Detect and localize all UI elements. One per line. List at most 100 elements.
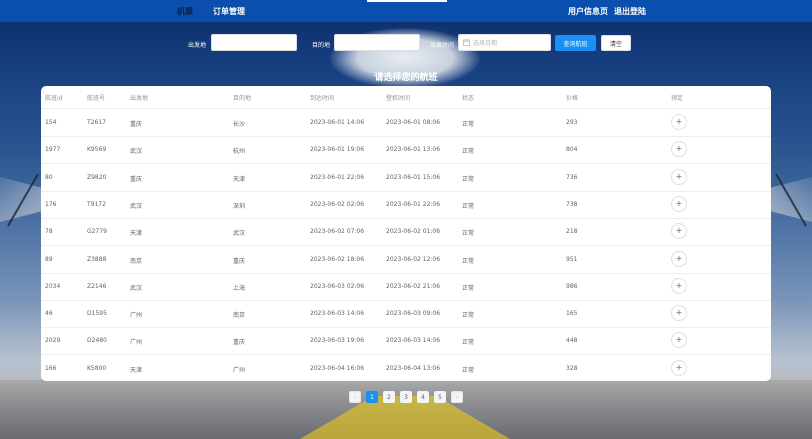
cell-status: 正常	[462, 366, 475, 374]
cell-board: 2023-06-01 13:06	[386, 146, 441, 154]
cell-to: 南京	[233, 312, 246, 320]
plus-icon: +	[675, 117, 683, 126]
date-picker-input[interactable]: 选择日期	[458, 34, 551, 51]
cell-from: 天津	[130, 230, 143, 238]
cell-flight-no: T2617	[87, 119, 106, 126]
table-row: 78 G2779 天津 武汉 2023-06-02 07:06 2023-06-02 01…	[41, 218, 771, 247]
cell-price: 736	[566, 173, 578, 181]
table-row: 2034 Z2146 武汉 上海 2023-06-03 02:06 2023-06-02 …	[41, 273, 771, 301]
cell-id: 2034	[45, 282, 61, 290]
table-row: 2029 D2480 广州 重庆 2023-06-03 19:06 2023-06-03 …	[41, 327, 771, 356]
column-header-board: 登机时间	[386, 95, 411, 102]
to-input[interactable]	[334, 34, 420, 51]
cell-id: 46	[45, 310, 53, 318]
book-flight-button[interactable]: +	[671, 168, 687, 185]
cell-from: 广州	[130, 339, 143, 347]
cell-arrive: 2023-06-03 14:06	[310, 310, 365, 318]
table-row: 154 T2617 重庆 长沙 2023-06-01 14:06 2023-06-01 0…	[41, 109, 771, 137]
cell-status: 正常	[462, 202, 475, 210]
date-label: 出发时间	[430, 42, 455, 49]
cell-price: 448	[566, 337, 578, 345]
cell-id: 166	[45, 364, 57, 372]
cell-status: 正常	[462, 121, 475, 128]
cell-to: 上海	[233, 284, 246, 292]
cell-status: 正常	[462, 339, 475, 347]
cell-id: 80	[45, 173, 53, 181]
cell-status: 正常	[462, 175, 475, 183]
cell-status: 正常	[462, 148, 475, 156]
plus-icon: +	[675, 253, 683, 263]
cell-price: 804	[566, 146, 578, 154]
cell-board: 2023-06-02 01:06	[386, 228, 441, 236]
table-row: 166 K5800 天津 广州 2023-06-04 16:06 2023-06-04 1…	[41, 355, 771, 381]
book-flight-button[interactable]: +	[671, 114, 687, 130]
cell-flight-no: Z9820	[87, 173, 107, 181]
book-flight-button[interactable]: +	[671, 141, 687, 158]
cell-board: 2023-06-01 08:06	[386, 119, 441, 126]
cell-id: 89	[45, 255, 53, 263]
cell-board: 2023-06-02 21:06	[386, 282, 441, 290]
cell-arrive: 2023-06-02 02:06	[310, 200, 365, 208]
page-title: 请选择您的航班	[374, 73, 438, 83]
nav-orders-link[interactable]: 订单管理	[213, 6, 245, 17]
cell-price: 951	[566, 255, 578, 263]
cell-board: 2023-06-01 22:06	[386, 200, 441, 208]
clear-button[interactable]: 清空	[601, 35, 631, 51]
column-header-price: 价格	[566, 95, 579, 102]
chevron-left-icon: ‹	[353, 393, 357, 401]
cell-arrive: 2023-06-01 22:06	[310, 173, 365, 181]
book-flight-button[interactable]: +	[671, 195, 687, 212]
pagination-page-3[interactable]: 3	[400, 391, 412, 403]
plus-icon: +	[675, 362, 683, 372]
cell-arrive: 2023-06-02 18:06	[310, 255, 365, 263]
table-header: 航班id 航班号 出发地 目的地 到达时间 登机时间 状态 价格 预定	[41, 86, 771, 109]
cell-board: 2023-06-02 12:06	[386, 255, 441, 263]
book-flight-button[interactable]: +	[671, 250, 687, 267]
nav-active-indicator	[367, 0, 447, 2]
cell-flight-no: G2779	[87, 228, 107, 236]
cell-arrive: 2023-06-01 14:06	[310, 119, 365, 126]
cell-flight-no: Z2146	[87, 282, 107, 290]
book-flight-button[interactable]: +	[671, 277, 687, 294]
pagination-page-2[interactable]: 2	[383, 391, 395, 403]
pagination-page-1[interactable]: 1	[366, 391, 378, 403]
book-flight-button[interactable]: +	[671, 332, 687, 349]
cell-status: 正常	[462, 257, 475, 265]
column-header-arrive: 到达时间	[310, 95, 335, 102]
cell-to: 广州	[233, 366, 246, 374]
cell-id: 1977	[45, 146, 61, 154]
table-row: 80 Z9820 重庆 天津 2023-06-01 22:06 2023-06-01 15…	[41, 164, 771, 192]
nav-user-info-link[interactable]: 用户信息页	[568, 6, 608, 17]
cell-to: 重庆	[233, 339, 246, 347]
from-input[interactable]	[211, 34, 297, 51]
cell-arrive: 2023-06-04 16:06	[310, 364, 365, 372]
book-flight-button[interactable]: +	[671, 359, 687, 376]
cell-arrive: 2023-06-02 07:06	[310, 228, 365, 236]
pagination-prev-button[interactable]: ‹	[349, 391, 361, 403]
cell-flight-no: D1595	[87, 310, 107, 318]
query-flights-button[interactable]: 查询航班	[555, 35, 596, 51]
cell-to: 长沙	[233, 121, 246, 128]
book-flight-button[interactable]: +	[671, 223, 687, 240]
cell-price: 218	[566, 228, 578, 236]
cell-to: 武汉	[233, 230, 246, 238]
cell-id: 2029	[45, 337, 61, 345]
pagination-page-4[interactable]: 4	[417, 391, 429, 403]
column-header-id: 航班id	[45, 95, 63, 102]
date-placeholder: 选择日期	[473, 40, 498, 47]
cell-from: 天津	[130, 366, 143, 374]
nav-logout-link[interactable]: 退出登陆	[614, 6, 646, 17]
cell-to: 杭州	[233, 148, 246, 156]
nav-home-link[interactable]: 机票	[177, 6, 193, 17]
cell-id: 78	[45, 228, 53, 236]
book-flight-button[interactable]: +	[671, 305, 687, 322]
plus-icon: +	[675, 335, 683, 345]
cell-flight-no: D2480	[87, 337, 107, 345]
to-label: 目的地	[312, 42, 331, 49]
pagination-next-button[interactable]: ›	[451, 391, 463, 403]
cell-board: 2023-06-03 14:06	[386, 337, 441, 345]
cell-price: 293	[566, 119, 578, 126]
pagination-page-5[interactable]: 5	[434, 391, 446, 403]
column-header-flight-no: 航班号	[87, 95, 106, 102]
cell-flight-no: K9569	[87, 146, 107, 154]
